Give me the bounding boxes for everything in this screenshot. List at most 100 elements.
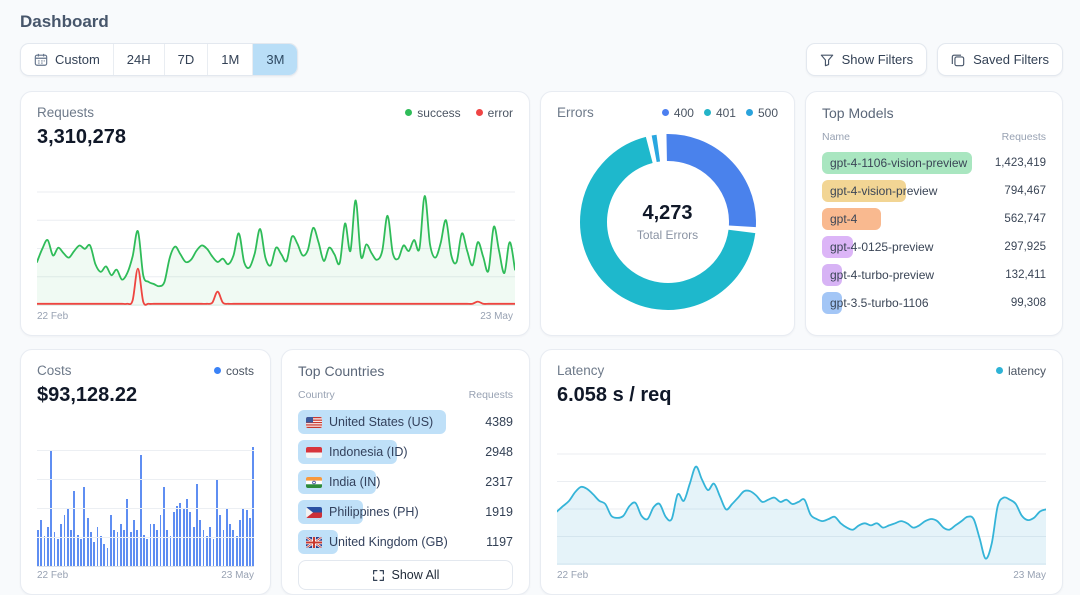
cost-bar — [47, 527, 49, 566]
cost-bar — [166, 530, 168, 566]
time-range-label: 3M — [266, 52, 284, 67]
legend-label: costs — [226, 364, 254, 378]
country-label: Indonesia (ID) — [329, 445, 408, 459]
legend-item-costs: costs — [214, 364, 254, 378]
top-models-column-headers: Name Requests — [822, 131, 1046, 143]
cost-bar — [246, 510, 248, 566]
cost-bar — [60, 524, 62, 566]
errors-total-label: Total Errors — [637, 228, 698, 242]
cost-bar — [160, 515, 162, 566]
flag-icon-ph — [306, 507, 322, 518]
cost-bar — [70, 530, 72, 566]
dashboard-page: Dashboard Custom 24H7D 1M 3M Show Filters Sa… — [0, 0, 1080, 595]
country-name: United Kingdom (GB) — [298, 535, 448, 549]
time-range-label: Custom — [55, 52, 100, 67]
cost-bar — [153, 524, 155, 566]
flag-icon-us — [306, 417, 322, 428]
saved-filters-button[interactable]: Saved Filters — [937, 43, 1063, 76]
column-header-requests: Requests — [1002, 131, 1046, 143]
page-title: Dashboard — [20, 12, 1063, 32]
cost-bar — [196, 484, 198, 566]
errors-title: Errors — [557, 105, 594, 120]
cost-bar — [199, 520, 201, 566]
costs-title: Costs — [37, 363, 72, 378]
model-name: gpt-3.5-turbo-1106 — [822, 296, 929, 310]
cost-bar — [93, 542, 95, 566]
cost-bar — [126, 499, 128, 566]
cost-bar — [232, 530, 234, 566]
costs-bar-chart — [37, 445, 254, 567]
errors-card-header: Errors 400401500 — [557, 105, 778, 120]
legend-dot-401 — [704, 109, 711, 116]
model-name: gpt-4 — [822, 212, 857, 226]
cost-bar — [146, 539, 148, 566]
country-requests: 2948 — [485, 445, 513, 459]
show-filters-button[interactable]: Show Filters — [806, 43, 928, 76]
legend-item-success: success — [405, 106, 460, 120]
top-countries-title: Top Countries — [298, 363, 513, 379]
errors-legend: 400401500 — [662, 106, 778, 120]
cost-bar — [176, 506, 178, 567]
model-row: gpt-3.5-turbo-1106 99,308 — [822, 292, 1046, 314]
latency-value: 6.058 s / req — [557, 384, 1046, 407]
model-row: gpt-4-turbo-preview132,411 — [822, 264, 1046, 286]
latency-area-chart — [557, 452, 1046, 567]
errors-donut: 4,273 Total Errors — [579, 133, 757, 311]
cost-bar — [57, 539, 59, 566]
cost-bar — [236, 536, 238, 566]
model-requests: 794,467 — [1004, 185, 1046, 197]
country-requests: 1919 — [485, 505, 513, 519]
cost-bar — [193, 527, 195, 566]
country-name: United States (US) — [298, 415, 433, 429]
time-range-selector: Custom 24H7D 1M 3M — [20, 43, 298, 76]
toolbar: Custom 24H7D 1M 3M Show Filters Saved Filter… — [20, 43, 1063, 76]
model-requests: 297,925 — [1004, 241, 1046, 253]
country-label: United Kingdom (GB) — [329, 535, 448, 549]
cost-bar — [179, 503, 181, 566]
cost-bar — [229, 524, 231, 566]
legend-item-latency: latency — [996, 364, 1046, 378]
time-range-3m[interactable]: 3M — [252, 44, 297, 75]
country-row: United Kingdom (GB)1197 — [298, 530, 513, 554]
funnel-icon — [820, 53, 834, 67]
model-name: gpt-4-vision-preview — [822, 184, 937, 198]
costs-card: Costs costs $93,128.22 22 Feb 23 May — [20, 349, 271, 595]
top-countries-list: United States (US)4389Indonesia (ID)2948… — [298, 404, 513, 560]
cost-bar — [123, 530, 125, 566]
requests-card: Requests successerror 3,310,278 22 Feb 2… — [20, 91, 530, 336]
top-row: Requests successerror 3,310,278 22 Feb 2… — [20, 91, 1063, 336]
country-name: Indonesia (ID) — [298, 445, 408, 459]
model-requests: 562,747 — [1004, 213, 1046, 225]
requests-card-header: Requests successerror — [37, 105, 513, 120]
filter-button-label: Saved Filters — [973, 52, 1049, 67]
cost-bar — [97, 527, 99, 566]
model-requests: 99,308 — [1011, 297, 1046, 309]
time-range-1m[interactable]: 1M — [207, 44, 252, 75]
top-countries-column-headers: Country Requests — [298, 389, 513, 401]
time-range-7d[interactable]: 7D — [164, 44, 208, 75]
legend-label: 400 — [674, 106, 694, 120]
flag-icon-gb — [306, 537, 322, 548]
time-range-label: 1M — [221, 52, 239, 67]
cost-bar — [40, 520, 42, 566]
legend-dot-costs — [214, 367, 221, 374]
cost-bar — [206, 536, 208, 566]
model-requests: 132,411 — [1005, 269, 1046, 281]
cost-bar — [103, 544, 105, 566]
country-requests: 2317 — [485, 475, 513, 489]
legend-label: error — [488, 106, 513, 120]
legend-label: 401 — [716, 106, 736, 120]
requests-x-axis: 22 Feb 23 May — [37, 311, 513, 322]
cost-bar — [186, 499, 188, 566]
show-all-button[interactable]: Show All — [298, 560, 513, 590]
time-range-custom[interactable]: Custom — [21, 44, 113, 75]
column-header-country: Country — [298, 389, 335, 401]
country-name: Philippines (PH) — [298, 505, 419, 519]
cost-bar — [73, 491, 75, 566]
country-row: Indonesia (ID) 2948 — [298, 440, 513, 464]
cost-bar — [140, 455, 142, 566]
cost-bar — [223, 530, 225, 566]
time-range-24h[interactable]: 24H — [113, 44, 164, 75]
model-requests: 1,423,419 — [995, 157, 1046, 169]
latency-x-axis: 22 Feb 23 May — [557, 570, 1046, 581]
